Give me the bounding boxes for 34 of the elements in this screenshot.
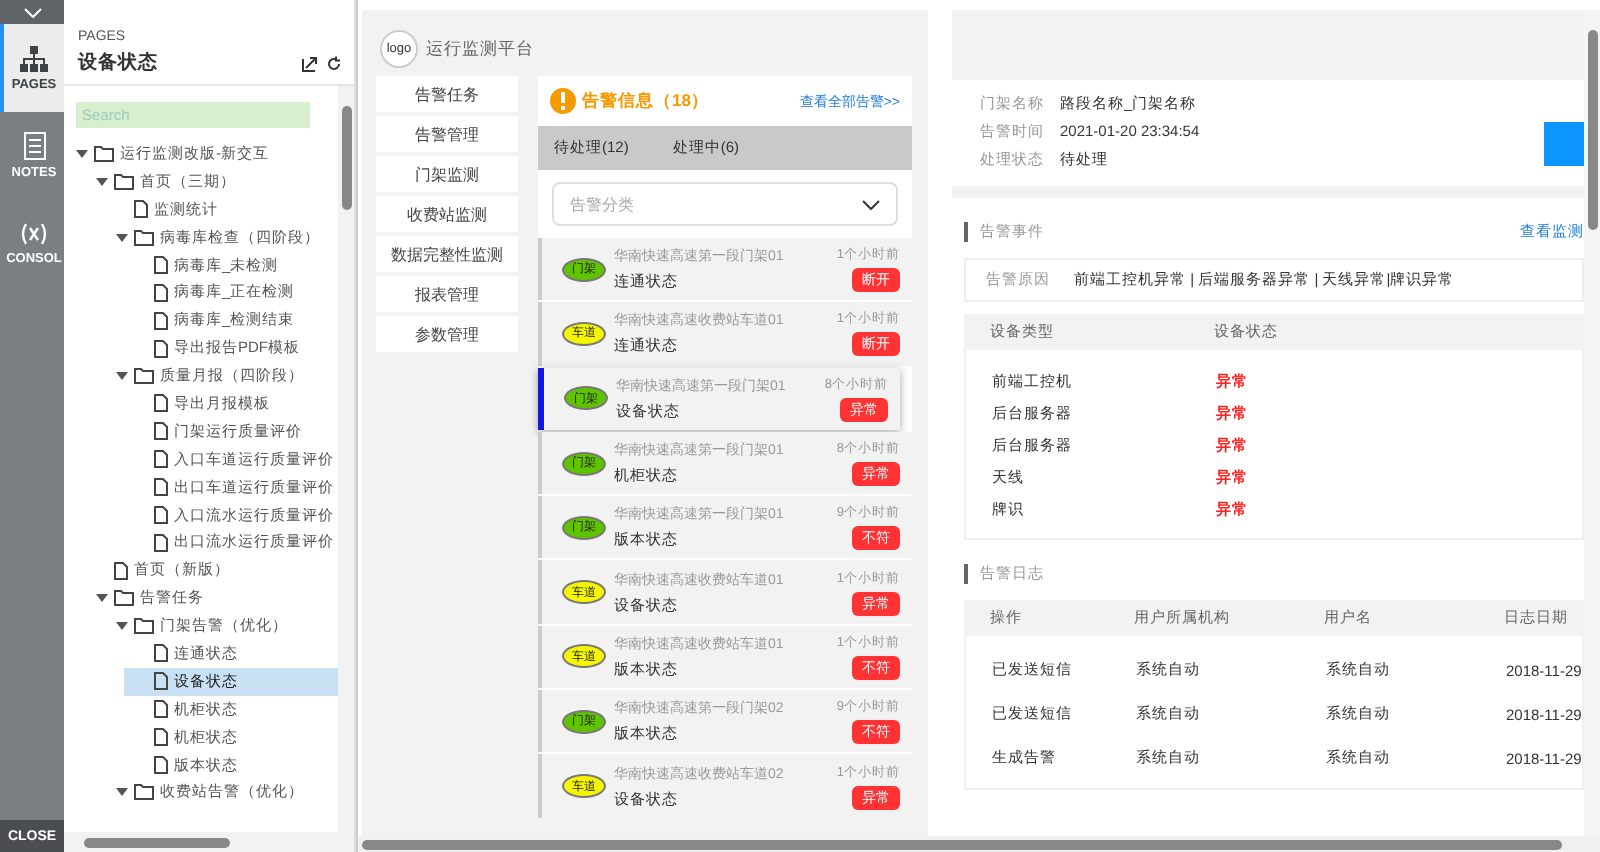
export-icon[interactable] [302, 55, 318, 71]
alerts-title: 告警信息（18） [582, 89, 711, 113]
function-icon [18, 222, 50, 246]
scrollbar[interactable] [338, 86, 354, 832]
caret-down-icon[interactable] [116, 231, 128, 244]
chevron-down-icon [862, 199, 880, 209]
chevron-down-icon[interactable] [23, 7, 41, 17]
sitemap-icon [20, 45, 48, 71]
warning-icon [550, 88, 576, 114]
scrollbar[interactable] [358, 836, 1600, 852]
nav-item[interactable]: 收费站监测 [376, 196, 518, 232]
caret-down-icon[interactable] [96, 175, 108, 188]
nav-item[interactable]: 告警任务 [376, 76, 518, 112]
folder-icon [134, 784, 154, 801]
document-icon [23, 132, 45, 160]
caret-down-icon[interactable] [116, 620, 128, 633]
nav-item[interactable]: 报表管理 [376, 276, 518, 312]
refresh-icon[interactable] [326, 55, 342, 71]
scrollbar[interactable] [64, 832, 354, 852]
page-icon [114, 561, 128, 580]
app-title: 运行监测平台 [426, 37, 534, 61]
nav-item[interactable]: 告警管理 [376, 116, 518, 152]
folder-icon [134, 229, 154, 246]
nav-item[interactable]: 门架监测 [376, 156, 518, 192]
caret-down-icon[interactable] [116, 786, 128, 799]
scrollbar[interactable] [1584, 10, 1600, 836]
caret-down-icon[interactable] [76, 147, 88, 160]
folder-icon [134, 368, 154, 385]
nav-item[interactable]: 参数管理 [376, 316, 518, 352]
nav-item[interactable]: 数据完整性监测 [376, 236, 518, 272]
page-icon [134, 200, 148, 219]
caret-down-icon[interactable] [96, 592, 108, 605]
page-title: 设备状态 [78, 50, 158, 76]
caret-down-icon[interactable] [116, 370, 128, 383]
